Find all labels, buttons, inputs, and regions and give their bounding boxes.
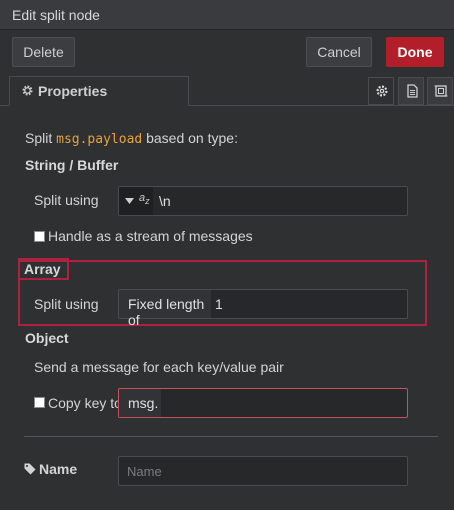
array-split-input[interactable]: Fixed length of 1 [118,289,408,328]
type-selector[interactable]: az [119,187,153,215]
tab-properties[interactable]: Properties [9,76,189,106]
copy-key-input[interactable]: msg. [118,388,408,418]
copy-key-type-selector[interactable]: msg. [119,389,161,417]
string-section-heading: String / Buffer [25,157,119,173]
gear-icon [376,85,388,97]
name-label-text: Name [39,461,78,477]
tab-settings[interactable] [368,77,394,105]
type-glyph-sub: z [145,196,150,207]
string-split-label: Split using [34,192,99,208]
gear-icon [22,85,33,96]
intro-text: Split msg.payload based on type: [25,130,238,147]
name-input[interactable] [118,456,408,486]
description-icon [407,84,418,98]
cancel-button[interactable]: Cancel [306,37,372,67]
array-mode-selector[interactable]: Fixed length of [119,290,211,328]
tab-appearance[interactable] [427,77,453,105]
string-split-input[interactable]: az \n [118,186,408,216]
stream-label: Handle as a stream of messages [48,228,253,244]
tag-icon [24,463,36,475]
string-type-icon: az [139,192,150,206]
done-button[interactable]: Done [386,37,444,67]
appearance-icon [434,85,448,97]
intro-suffix: based on type: [142,130,238,146]
object-section-heading: Object [25,330,69,346]
copy-key-checkbox[interactable] [34,397,45,408]
stream-checkbox[interactable] [34,231,45,242]
dialog-titlebar: Edit split node [0,0,454,30]
copy-key-label: Copy key to [48,395,122,411]
section-divider [24,436,438,437]
tab-bar: Properties [0,76,454,106]
array-section-heading: Array [24,261,61,277]
copy-key-value: msg. [128,395,159,411]
array-mode-label: Fixed length of [128,296,205,328]
caret-down-icon [125,198,134,204]
tab-properties-label: Properties [38,83,108,99]
dialog-title: Edit split node [12,7,100,23]
intro-prefix: Split [25,130,57,146]
object-description: Send a message for each key/value pair [34,359,284,375]
string-split-value: \n [159,193,171,209]
tab-description[interactable] [398,77,424,105]
array-length-value: 1 [215,296,223,312]
intro-code: msg.payload [56,132,143,147]
delete-button[interactable]: Delete [12,37,75,67]
array-split-label: Split using [34,296,99,312]
